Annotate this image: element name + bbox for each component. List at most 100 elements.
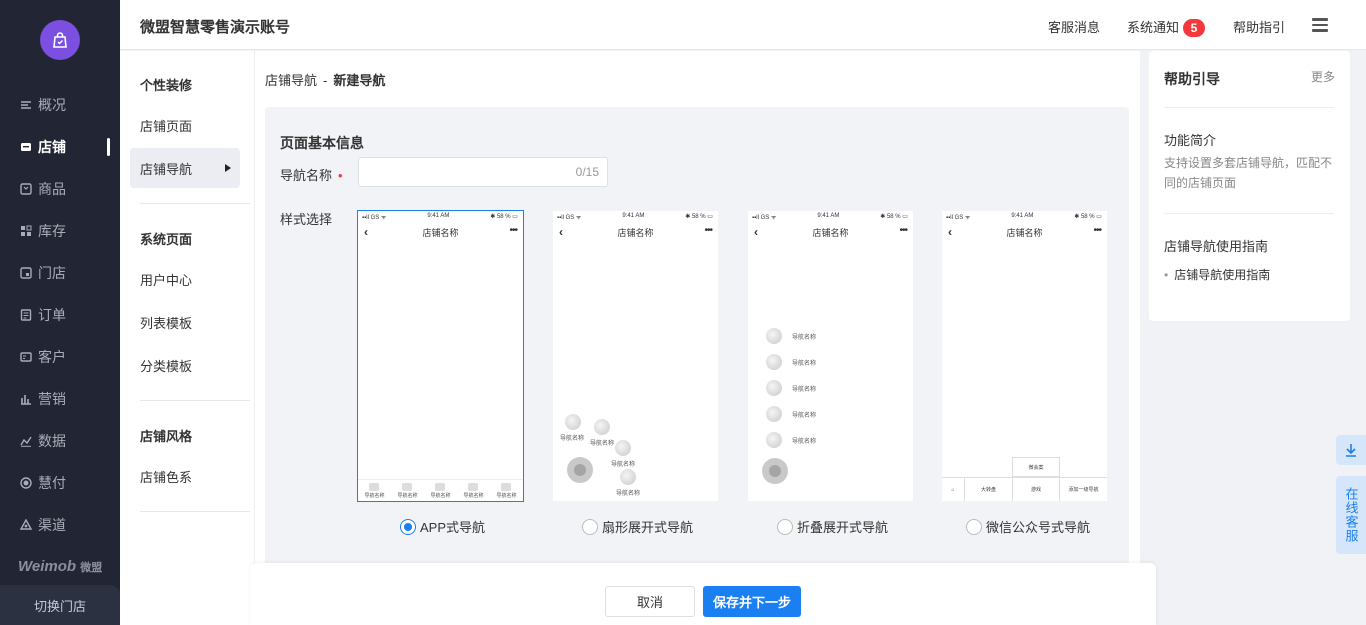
cancel-button[interactable]: 取消: [605, 586, 695, 617]
feature-title: 功能简介: [1164, 133, 1217, 148]
sidebar-item-pay[interactable]: 慧付: [0, 462, 120, 504]
guide-link[interactable]: 店铺导航使用指南: [1164, 266, 1270, 283]
tab-item: 导航名称: [463, 482, 484, 499]
help-guide-link[interactable]: 帮助指引: [1233, 17, 1285, 36]
style-preview-fan[interactable]: ▪▪ll GS ᯤ 9:41 AM ✱ 58 % ▭ ‹ 店铺名称 ••• 导航名称 导…: [553, 211, 718, 501]
phone-status-bar: ▪▪ll GS ᯤ 9:41 AM ✱ 58 % ▭: [752, 213, 908, 221]
sidebar-item-label: 慧付: [38, 475, 66, 491]
system-notice-label: 系统通知: [1127, 20, 1180, 35]
download-icon: [1346, 444, 1356, 457]
brand-logo: Weimob 微盟: [18, 558, 103, 575]
inventory-icon: [20, 225, 32, 237]
required-mark: •: [338, 168, 343, 183]
more-dots-icon: •••: [509, 225, 517, 236]
fold-item-icon: [766, 406, 782, 422]
radio-button[interactable]: [582, 518, 598, 535]
divider: [1164, 107, 1334, 108]
breadcrumb: 店铺导航 - 新建导航: [265, 70, 385, 89]
divider: [1164, 213, 1334, 214]
decoration-submenu: 个性装修 店铺页面 店铺导航 系统页面 用户中心 列表模板 分类模板 店铺风格 …: [120, 51, 255, 625]
service-message-link[interactable]: 客服消息: [1048, 17, 1100, 36]
style-preview-app[interactable]: ▪▪ll GS ᯤ 9:41 AM ✱ 58 % ▭ ‹ 店铺名称 ••• 导航名称 导…: [357, 210, 524, 502]
fan-item-icon: [565, 414, 581, 430]
submenu-item-store-color[interactable]: 店铺色系: [130, 456, 240, 496]
shopping-bag-icon: [53, 32, 67, 48]
breadcrumb-current: 新建导航: [333, 73, 386, 88]
submenu-item-user-center[interactable]: 用户中心: [130, 259, 240, 299]
system-notice-link[interactable]: 系统通知 5: [1127, 17, 1206, 37]
char-counter: 0/15: [575, 165, 599, 179]
feature-description: 支持设置多套店铺导航，匹配不同的店铺页面: [1164, 156, 1333, 190]
action-bar: 取消 保存并下一步: [250, 563, 1156, 625]
tab-item: 导航名称: [496, 482, 517, 499]
fan-item-label: 导航名称: [611, 462, 636, 468]
sidebar-item-goods[interactable]: 商品: [0, 168, 120, 210]
goods-icon: [20, 183, 32, 195]
radio-style-wechat[interactable]: 微信公众号式导航: [966, 517, 1090, 536]
help-title: 帮助引导: [1164, 71, 1220, 87]
sidebar-item-marketing[interactable]: 营销: [0, 378, 120, 420]
fold-item-icon: [766, 328, 782, 344]
phone-nav-bar: ‹ 店铺名称 •••: [948, 225, 1102, 239]
sidebar-item-store[interactable]: 店铺: [0, 126, 120, 168]
channel-icon: [20, 519, 32, 531]
wechat-menu-cell: 游戏: [1012, 478, 1059, 501]
back-icon: ‹: [364, 225, 368, 239]
sidebar-item-label: 店铺: [38, 139, 66, 155]
switch-store-button[interactable]: 切换门店: [0, 585, 120, 625]
sidebar-item-label: 营销: [38, 391, 66, 407]
tab-item: 导航名称: [430, 482, 451, 499]
radio-style-fan[interactable]: 扇形展开式导航: [582, 517, 693, 536]
basic-info-panel: 页面基本信息 导航名称 • 0/15 样式选择 ▪▪ll GS ᯤ 9:41 AM ✱…: [265, 107, 1129, 625]
sidebar-item-label: 渠道: [38, 517, 66, 533]
wechat-menu-bar: ⌂ 大转盘 游戏 添加一级导航: [942, 477, 1107, 501]
breadcrumb-parent[interactable]: 店铺导航: [265, 73, 317, 88]
style-preview-wechat[interactable]: ▪▪ll GS ᯤ 9:41 AM ✱ 58 % ▭ ‹ 店铺名称 ••• 微会案 ⌂ …: [942, 211, 1107, 501]
radio-button[interactable]: [400, 518, 416, 535]
sidebar-item-shop[interactable]: 门店: [0, 252, 120, 294]
sidebar-item-label: 订单: [38, 307, 66, 323]
radio-style-app[interactable]: APP式导航: [400, 517, 485, 536]
hamburger-menu-icon[interactable]: [1312, 18, 1328, 32]
sidebar-item-customer[interactable]: 客户: [0, 336, 120, 378]
radio-button[interactable]: [966, 518, 982, 535]
back-icon: ‹: [754, 225, 758, 239]
download-button[interactable]: [1336, 435, 1366, 465]
radio-button[interactable]: [777, 518, 793, 535]
panel-title: 页面基本信息: [280, 135, 364, 151]
fold-item-label: 导航名称: [792, 387, 817, 393]
marketing-icon: [20, 393, 32, 405]
submenu-item-store-nav[interactable]: 店铺导航: [130, 148, 240, 188]
nav-name-input[interactable]: 0/15: [358, 157, 608, 187]
submenu-item-category-template[interactable]: 分类模板: [130, 345, 240, 385]
radio-style-fold[interactable]: 折叠展开式导航: [777, 517, 888, 536]
save-next-button[interactable]: 保存并下一步: [703, 586, 801, 617]
style-preview-fold[interactable]: ▪▪ll GS ᯤ 9:41 AM ✱ 58 % ▭ ‹ 店铺名称 ••• 导航名称 导…: [748, 211, 913, 501]
submenu-item-list-template[interactable]: 列表模板: [130, 302, 240, 342]
divider: [140, 511, 250, 512]
sidebar-item-channel[interactable]: 渠道: [0, 504, 120, 546]
more-dots-icon: •••: [1093, 225, 1101, 236]
fold-item-label: 导航名称: [792, 413, 817, 419]
sidebar-item-data[interactable]: 数据: [0, 420, 120, 462]
fold-item-icon: [766, 354, 782, 370]
sidebar-item-inventory[interactable]: 库存: [0, 210, 120, 252]
help-more-link[interactable]: 更多: [1311, 68, 1335, 85]
fan-item-label: 导航名称: [590, 441, 615, 447]
fold-main-button-icon: [762, 458, 788, 484]
phone-status-bar: ▪▪ll GS ᯤ 9:41 AM ✱ 58 % ▭: [946, 213, 1102, 221]
online-service-button[interactable]: 在线客服: [1336, 476, 1366, 554]
style-select-label: 样式选择: [280, 212, 333, 227]
sidebar-item-overview[interactable]: 概况: [0, 84, 120, 126]
app-logo[interactable]: [40, 20, 80, 60]
submenu-item-store-page[interactable]: 店铺页面: [130, 105, 240, 145]
sidebar-item-label: 库存: [38, 223, 66, 239]
phone-nav-bar: ‹ 店铺名称 •••: [754, 225, 908, 239]
fan-item-label: 导航名称: [560, 436, 585, 442]
customer-icon: [20, 351, 32, 363]
wechat-menu-cell: 大转盘: [964, 478, 1012, 501]
fan-main-button-icon: [567, 457, 593, 483]
fold-item-icon: [766, 380, 782, 396]
sidebar-item-order[interactable]: 订单: [0, 294, 120, 336]
back-icon: ‹: [559, 225, 563, 239]
